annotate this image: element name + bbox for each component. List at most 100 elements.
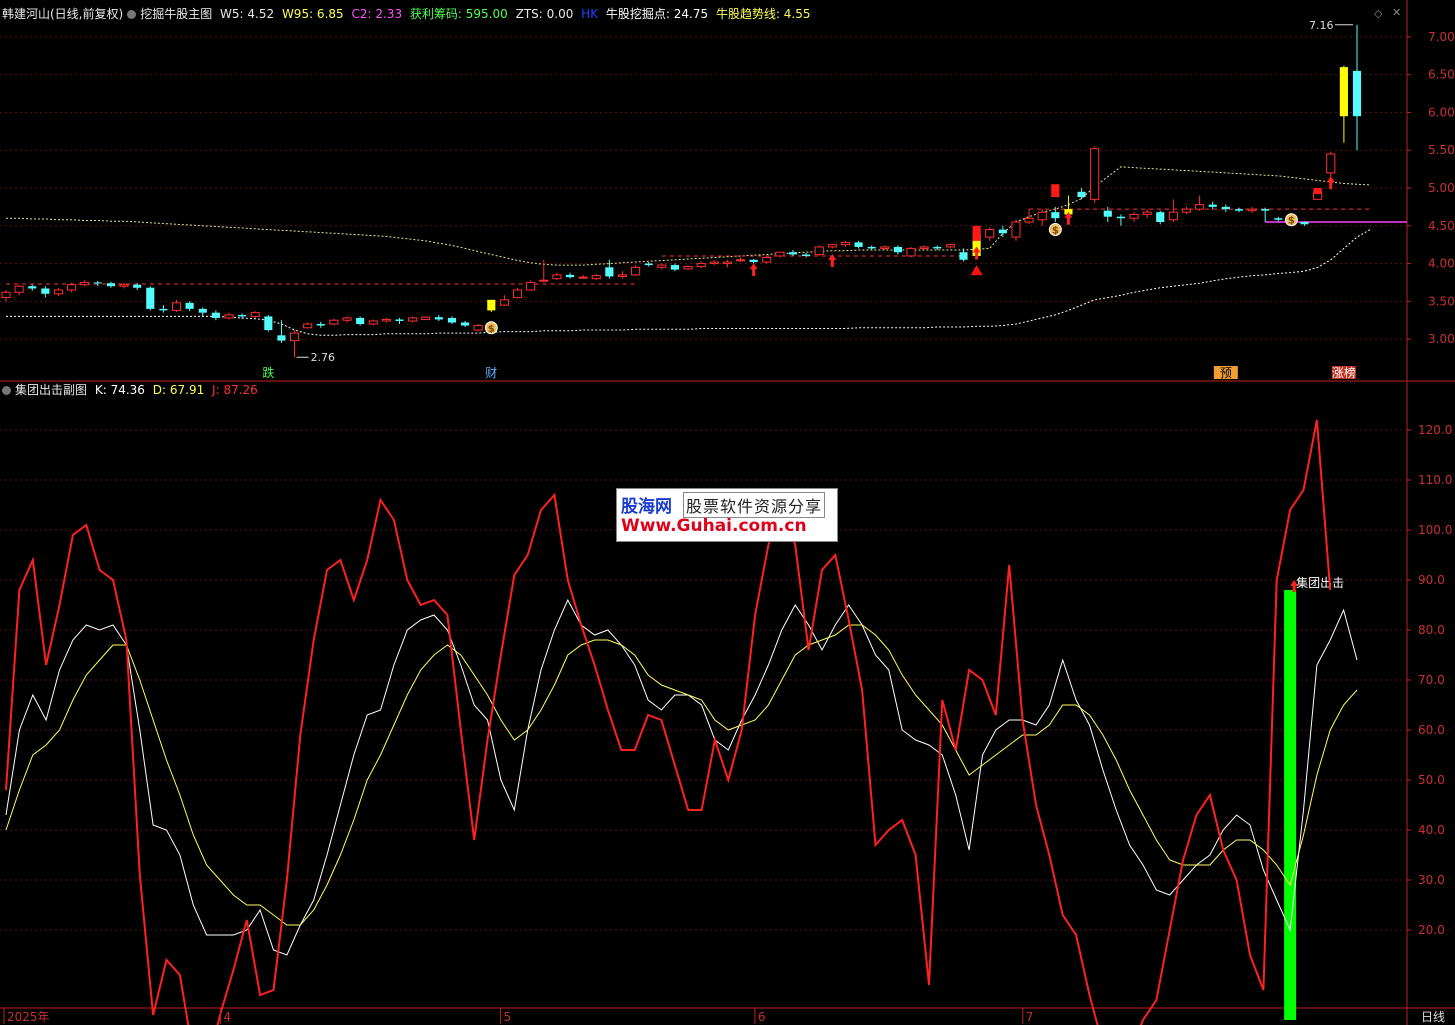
signal-box bbox=[972, 225, 981, 241]
y-tick-label: 3.00 bbox=[1428, 332, 1455, 346]
lower-band-line bbox=[6, 229, 1371, 336]
candle-body bbox=[1037, 211, 1047, 221]
candle-body bbox=[368, 320, 378, 325]
candle-body bbox=[198, 308, 207, 313]
diamond-icon[interactable]: ◇ bbox=[1374, 7, 1382, 20]
y-tick-label: 4.50 bbox=[1428, 219, 1455, 233]
candle-body bbox=[762, 257, 772, 263]
candle-body bbox=[775, 251, 785, 257]
candle-body bbox=[487, 299, 496, 311]
candle-body bbox=[461, 322, 470, 326]
candle-body bbox=[867, 246, 876, 249]
bottom-marker-label: 财 bbox=[485, 366, 497, 380]
candle-body bbox=[1116, 216, 1125, 219]
candle-body bbox=[1300, 222, 1309, 225]
d-value: D: 67.91 bbox=[152, 383, 205, 397]
candle-body bbox=[814, 246, 824, 255]
candle-body bbox=[512, 289, 523, 299]
candle-body bbox=[959, 252, 968, 260]
candle-body bbox=[1168, 211, 1178, 221]
candle-body bbox=[1274, 218, 1283, 220]
candle-body bbox=[185, 302, 194, 309]
sub-indicator-menu-icon[interactable] bbox=[2, 386, 11, 395]
candle-body bbox=[788, 252, 798, 255]
k-value: K: 74.36 bbox=[94, 383, 145, 397]
candle-body bbox=[644, 263, 653, 266]
candle-body bbox=[552, 274, 562, 280]
candle-body bbox=[722, 261, 732, 265]
candle-body bbox=[356, 317, 365, 324]
candle-body bbox=[316, 324, 325, 326]
x-tick-label: 5 bbox=[504, 1010, 512, 1024]
candle-body bbox=[906, 247, 916, 257]
candle-body bbox=[998, 229, 1007, 234]
y-tick-label: 70.0 bbox=[1418, 673, 1445, 687]
candle-body bbox=[1103, 210, 1112, 217]
candle-body bbox=[238, 314, 247, 317]
y-tick-label: 40.0 bbox=[1418, 823, 1445, 837]
candle-body bbox=[1339, 67, 1348, 117]
candle-body bbox=[933, 246, 942, 249]
candle-body bbox=[28, 286, 37, 289]
w95-value: W95: 6.85 bbox=[281, 7, 344, 21]
candle-body bbox=[211, 312, 220, 318]
candle-body bbox=[1352, 70, 1362, 117]
candle-body bbox=[421, 316, 431, 320]
y-tick-label: 80.0 bbox=[1418, 623, 1445, 637]
y-tick-label: 3.50 bbox=[1428, 294, 1455, 308]
money-bag-symbol: $ bbox=[488, 324, 495, 335]
candle-body bbox=[434, 317, 443, 320]
upper-band-line bbox=[6, 166, 1371, 266]
candle-body bbox=[106, 283, 115, 287]
indicator-menu-icon[interactable] bbox=[127, 10, 137, 19]
candle-body bbox=[1208, 204, 1217, 207]
watermark: 股海网 股票软件资源分享 Www.Guhai.com.cn bbox=[616, 488, 838, 542]
hk-value: HK bbox=[581, 7, 599, 21]
candle-body bbox=[709, 261, 719, 265]
trend-line-value: 牛股趋势线: 4.55 bbox=[715, 7, 811, 21]
w5-value: W5: 4.52 bbox=[220, 7, 275, 21]
x-tick-label: 2025年 bbox=[7, 1010, 50, 1024]
main-indicator-name: 挖掘牛股主图 bbox=[140, 7, 213, 21]
signal-bar bbox=[1284, 590, 1297, 1020]
candle-body bbox=[840, 241, 851, 246]
candle-body bbox=[880, 246, 890, 249]
candle-body bbox=[1156, 212, 1165, 222]
candle-body bbox=[93, 282, 102, 284]
stock-title: 韩建河山(日线,前复权) bbox=[2, 7, 124, 21]
candle-body bbox=[539, 279, 549, 282]
candle-body bbox=[1261, 209, 1270, 211]
j-value: J: 87.26 bbox=[212, 383, 258, 397]
candle-body bbox=[250, 312, 260, 317]
candle-body bbox=[159, 308, 168, 311]
y-tick-label: 60.0 bbox=[1418, 723, 1445, 737]
candle-body bbox=[1142, 211, 1152, 215]
candle-body bbox=[591, 275, 601, 280]
candle-body bbox=[749, 259, 758, 263]
candle-body bbox=[854, 242, 863, 247]
close-icon[interactable]: ✕ bbox=[1392, 6, 1401, 19]
bottom-marker-label: 预 bbox=[1220, 366, 1232, 380]
x-tick-label: 4 bbox=[223, 1010, 231, 1024]
candle-body bbox=[1247, 208, 1257, 212]
main-chart-header: 韩建河山(日线,前复权) 挖掘牛股主图 W5: 4.52 W95: 6.85 C2… bbox=[2, 7, 815, 21]
candle-body bbox=[381, 318, 391, 322]
period-label[interactable]: 日线 bbox=[1421, 1010, 1445, 1024]
y-tick-label: 5.00 bbox=[1428, 181, 1455, 195]
low-price-label: 2.76 bbox=[311, 351, 336, 364]
candle-body bbox=[526, 281, 536, 291]
candle-body bbox=[80, 281, 90, 286]
bottom-marker-label: 涨榜 bbox=[1332, 365, 1356, 380]
candle-body bbox=[683, 266, 693, 270]
candle-body bbox=[565, 274, 575, 278]
candle-body bbox=[657, 264, 667, 268]
high-price-label: 7.16 bbox=[1309, 19, 1334, 32]
y-tick-label: 6.00 bbox=[1428, 105, 1455, 119]
candle-body bbox=[1195, 204, 1205, 210]
watermark-brand: 股海网 bbox=[621, 497, 672, 517]
candle-body bbox=[1326, 153, 1336, 174]
bottom-marker-label: 跌 bbox=[262, 365, 274, 380]
candle-body bbox=[802, 254, 811, 256]
candle-body bbox=[303, 323, 313, 329]
candle-body bbox=[14, 285, 24, 293]
